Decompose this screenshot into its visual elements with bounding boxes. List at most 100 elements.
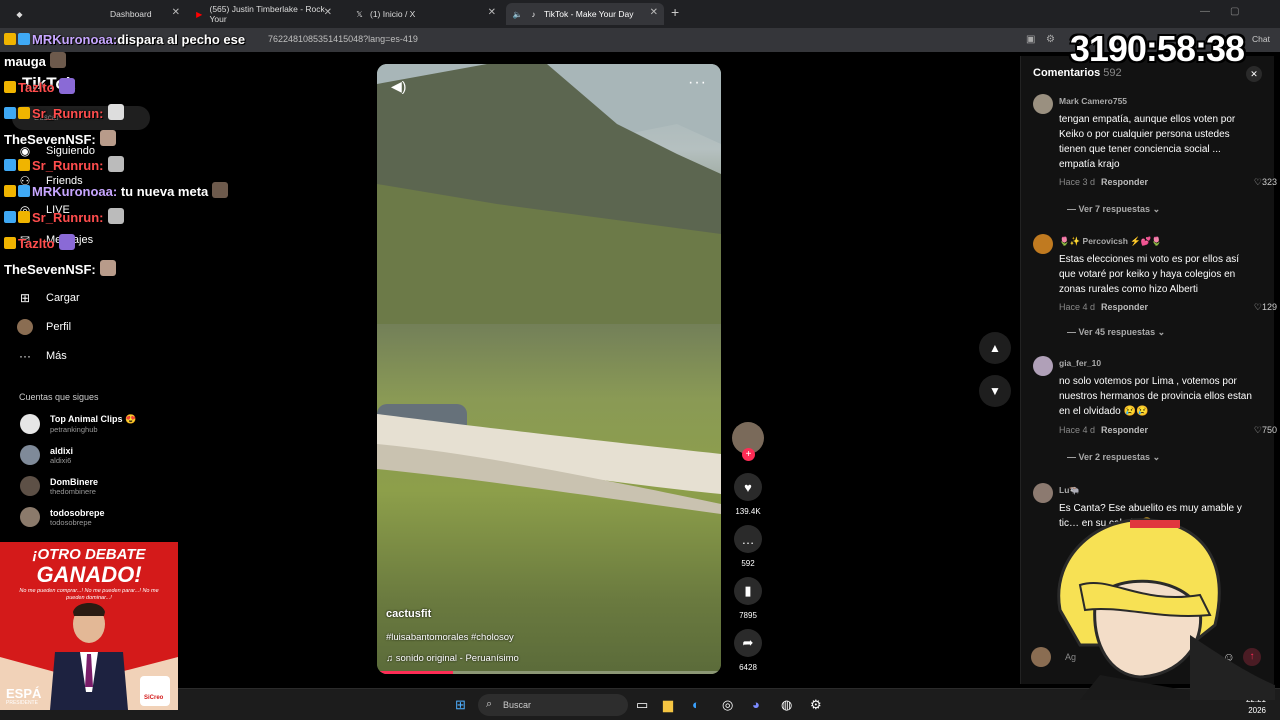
next-video-button[interactable]: ▼ <box>979 375 1011 407</box>
file-explorer-icon[interactable]: ▆ <box>663 697 673 713</box>
view-replies-button[interactable]: — Ver 45 respuestas ⌄ <box>1067 327 1165 338</box>
tab-label: (1) Inicio / X <box>370 9 416 19</box>
screen: ◆ Dashboard ✕ ▶ (565) Justin Timberlake … <box>0 0 1280 720</box>
badge-icon <box>18 33 30 45</box>
sound-label: sonido original - Peruanísimo <box>395 653 519 664</box>
avatar[interactable] <box>1033 356 1053 376</box>
crown-icon <box>4 185 16 197</box>
heart-outline-icon: ♡ <box>1253 302 1262 312</box>
close-icon[interactable]: ✕ <box>172 7 180 18</box>
view-replies-button[interactable]: — Ver 2 respuestas ⌄ <box>1067 452 1160 463</box>
sidebar-item-label: Cargar <box>46 292 80 304</box>
avatar[interactable] <box>1033 94 1053 114</box>
comment-like-button[interactable]: ♡129 <box>1254 302 1277 313</box>
close-comments-button[interactable]: ✕ <box>1246 66 1262 82</box>
sidebar-toggle-icon[interactable]: ▣ <box>1026 34 1035 45</box>
following-section-title: Cuentas que sigues <box>19 392 99 402</box>
comment-user[interactable]: gia_fer_10 <box>1059 358 1101 368</box>
chat-message: MRKuronoaa:dispara al pecho ese <box>4 32 245 47</box>
follow-plus-icon[interactable]: + <box>742 448 755 461</box>
comment-time: Hace 4 d <box>1059 425 1096 435</box>
badge-icon <box>18 185 30 197</box>
avatar <box>20 445 40 465</box>
windows-start-icon[interactable]: ⊞ <box>455 697 466 713</box>
chat-message: Sr_Runrun: <box>4 104 124 121</box>
emote-icon <box>107 156 124 172</box>
chat-text: mauga <box>4 54 46 69</box>
following-account[interactable]: todosobrepe todosobrepe <box>20 507 105 527</box>
emote-icon <box>107 104 124 120</box>
settings-icon[interactable]: ⚙ <box>810 697 822 713</box>
like-button[interactable]: ♥ 139.4K <box>728 473 768 516</box>
save-button[interactable]: ▮ 7895 <box>728 577 768 620</box>
comment-time: Hace 4 d <box>1059 302 1096 312</box>
ad-headline: ¡OTRO DEBATE <box>32 546 146 563</box>
video-sound[interactable]: ♫ sonido original - Peruanísimo <box>386 653 519 664</box>
minimize-icon[interactable]: — <box>1200 6 1210 17</box>
comment-user[interactable]: Mark Camero755 <box>1059 96 1127 106</box>
close-icon[interactable]: ✕ <box>650 7 658 18</box>
maximize-icon[interactable]: ▢ <box>1230 6 1239 17</box>
comment-button[interactable]: … 592 <box>728 525 768 568</box>
chat-button[interactable]: Chat <box>1252 34 1270 44</box>
video-author[interactable]: cactusfit <box>386 608 431 620</box>
avatar[interactable] <box>1033 234 1053 254</box>
following-account[interactable]: DomBinere thedombinere <box>20 476 98 496</box>
account-handle: thedombinere <box>50 486 96 496</box>
comment-like-button[interactable]: ♡750 <box>1254 425 1277 436</box>
close-icon[interactable]: ✕ <box>324 7 332 18</box>
sidebar-item-cargar[interactable]: ⊞ Cargar <box>16 289 80 307</box>
more-icon: ··· <box>19 349 31 363</box>
avatar[interactable] <box>1033 483 1053 503</box>
following-account[interactable]: aldixi aldixi6 <box>20 445 73 465</box>
video-player[interactable]: ◀) ··· cactusfit #luisabantomorales #cho… <box>377 64 721 674</box>
share-button[interactable]: ➦ 6428 <box>728 629 768 672</box>
tab-dashboard[interactable]: ◆ Dashboard ✕ <box>8 3 186 25</box>
view-replies-button[interactable]: — Ver 7 respuestas ⌄ <box>1067 204 1160 215</box>
tab-youtube[interactable]: ▶ (565) Justin Timberlake - Rock Your ✕ <box>188 3 338 25</box>
badge-icon <box>18 211 30 223</box>
creator-avatar[interactable]: + <box>728 422 768 461</box>
chrome-icon[interactable]: ◎ <box>722 697 733 713</box>
taskbar-search[interactable]: ⌕ Buscar <box>478 694 628 716</box>
edge-icon[interactable]: ◐ <box>692 697 700 712</box>
video-progress-bar[interactable] <box>377 671 721 674</box>
tab-x[interactable]: 𝕏 (1) Inicio / X ✕ <box>348 3 502 25</box>
reply-button[interactable]: Responder <box>1101 177 1148 187</box>
close-icon[interactable]: ✕ <box>488 7 496 18</box>
app-icon[interactable]: ◍ <box>781 697 792 713</box>
chevron-up-icon: ▲ <box>989 341 1001 355</box>
comment-time: Hace 3 d <box>1059 177 1096 187</box>
chevron-down-icon: ▼ <box>989 384 1001 398</box>
previous-video-button[interactable]: ▲ <box>979 332 1011 364</box>
volume-icon[interactable]: ◀) <box>391 78 406 95</box>
sidebar-item-perfil[interactable]: Perfil <box>16 318 71 336</box>
sidebar-item-mas[interactable]: ··· Más <box>16 347 67 365</box>
chat-message: TheSevenNSF: <box>4 130 116 147</box>
tab-label: Dashboard <box>110 9 152 19</box>
share-icon: ➦ <box>734 629 762 657</box>
reply-button[interactable]: Responder <box>1101 425 1148 435</box>
comment-user[interactable]: Lu🐃 <box>1059 485 1080 496</box>
comment-like-button[interactable]: ♡323 <box>1254 177 1277 188</box>
avatar: + <box>732 422 764 461</box>
url-text[interactable]: 7622481085351415048?lang=es-419 <box>268 34 418 44</box>
sidebar-item-label: Perfil <box>46 321 72 333</box>
discord-icon[interactable]: ◕ <box>752 697 760 712</box>
badge-icon <box>4 107 16 119</box>
comment-user-name: Percovicsh <box>1082 236 1128 246</box>
task-view-icon[interactable]: ▭ <box>636 697 648 713</box>
translate-icon[interactable]: ⚙ <box>1046 34 1055 45</box>
chat-user: MRKuronoaa: <box>32 184 118 199</box>
new-tab-button[interactable]: + <box>671 4 679 20</box>
progress-fill <box>377 671 453 674</box>
tab-tiktok[interactable]: 🔈 ♪ TikTok - Make Your Day ✕ <box>506 3 664 25</box>
more-options-icon[interactable]: ··· <box>688 74 707 92</box>
reply-button[interactable]: Responder <box>1101 302 1148 312</box>
chat-message: mauga <box>4 52 66 69</box>
video-hashtags[interactable]: #luisabantomorales #cholosoy <box>386 632 514 643</box>
chat-user: Sr_Runrun: <box>32 106 104 121</box>
view-replies-label: Ver 45 respuestas <box>1078 327 1156 337</box>
following-account[interactable]: Top Animal Clips 😍 petrankinghub <box>20 414 136 434</box>
comment-user[interactable]: 🌷✨ Percovicsh ⚡💕🌷 <box>1059 236 1162 247</box>
